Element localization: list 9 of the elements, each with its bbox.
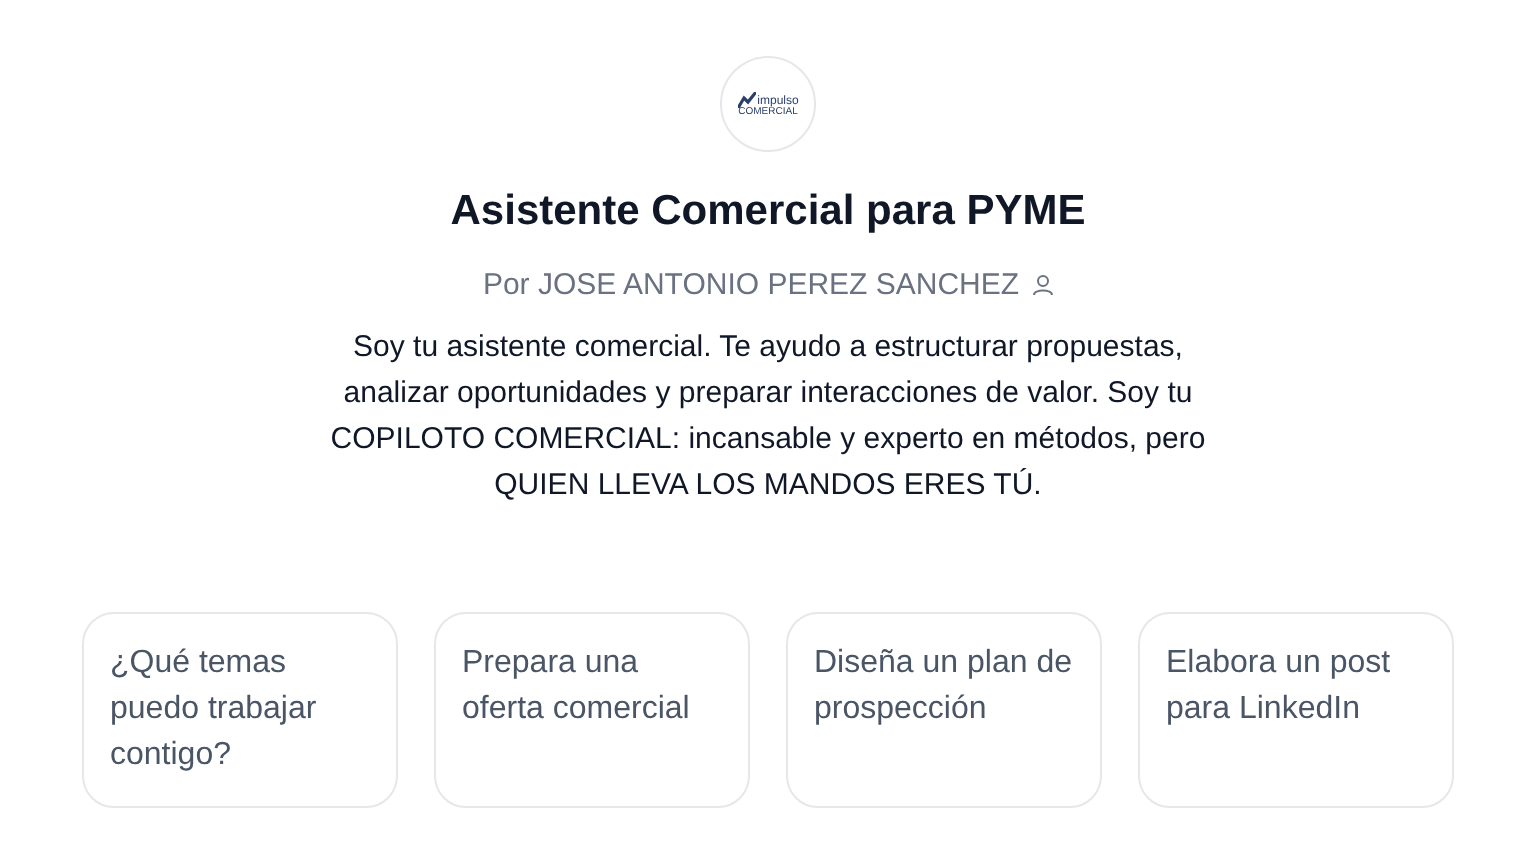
title: Asistente Comercial para PYME bbox=[450, 186, 1086, 238]
suggestion-card[interactable]: Diseña un plan de prospección bbox=[786, 612, 1102, 808]
description: Soy tu asistente comercial. Te ayudo a estructurar propuestas, analizar oportunidades y preparar interacciones de valor. Soy tu COPILOTO COMERCIAL: incansable y experto en métodos, pero QUIEN LLEVA LOS MANDOS ERES TÚ. bbox=[328, 328, 1208, 506]
person-icon bbox=[1031, 274, 1054, 297]
suggestion-card[interactable]: Prepara una oferta comercial bbox=[434, 612, 750, 808]
suggestion-card[interactable]: Elabora un post para LinkedIn bbox=[1138, 612, 1454, 808]
author-byline: Por JOSE ANTONIO PEREZ SANCHEZ bbox=[482, 265, 1020, 305]
suggestion-card[interactable]: ¿Qué temas puedo trabajar contigo? bbox=[82, 612, 398, 808]
chart-icon bbox=[737, 91, 756, 107]
